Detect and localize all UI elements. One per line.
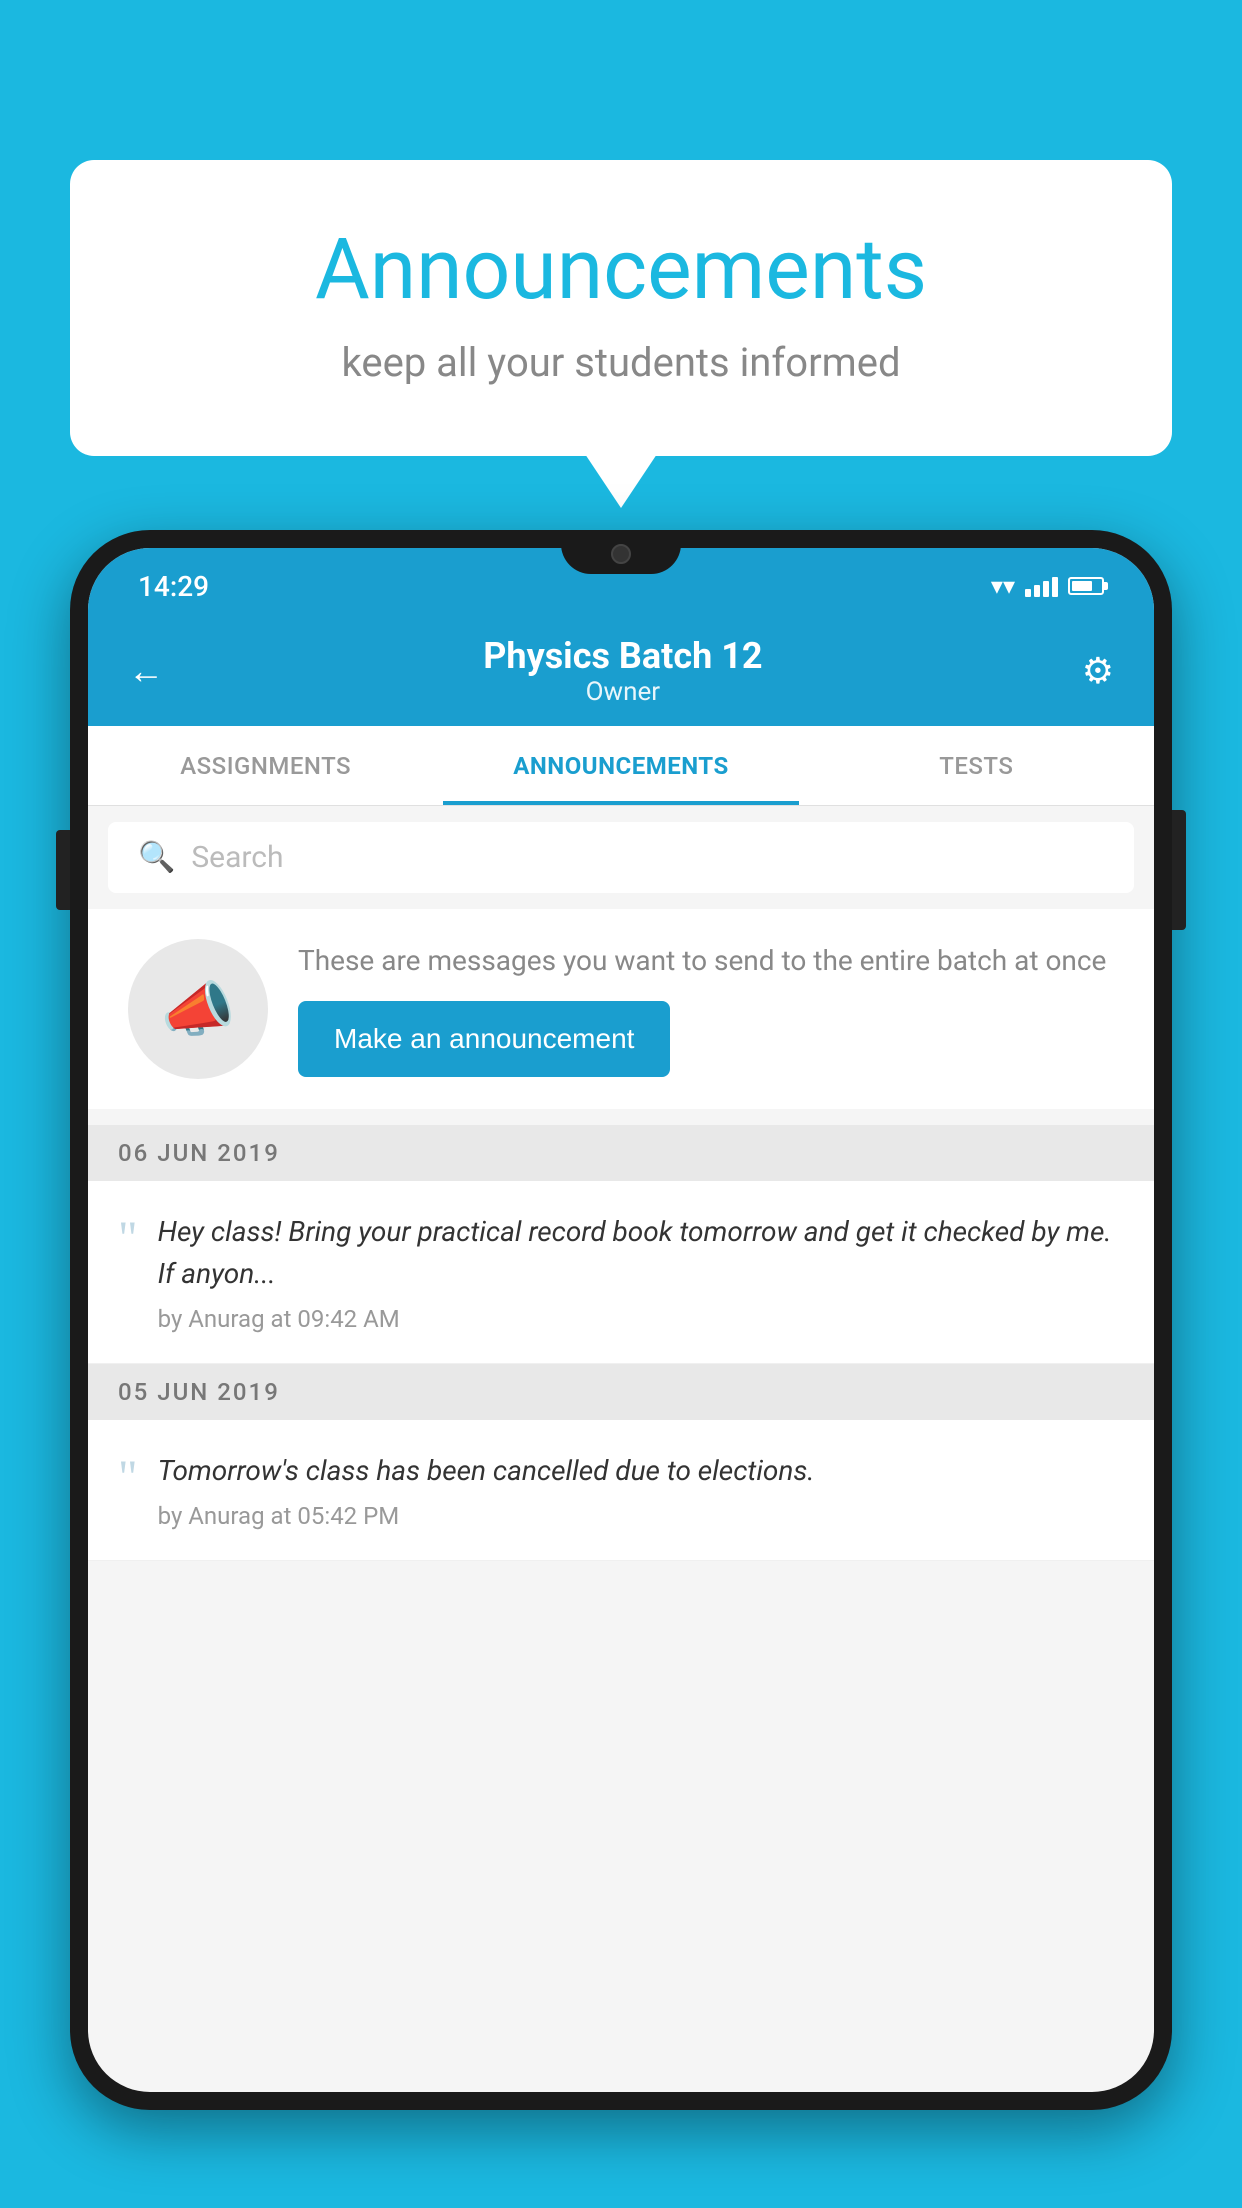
battery-icon	[1068, 577, 1104, 595]
phone-notch	[561, 530, 681, 574]
speech-bubble-subtitle: keep all your students informed	[150, 339, 1092, 386]
date-separator-2: 05 JUN 2019	[88, 1364, 1154, 1420]
announcement-text-2: Tomorrow's class has been cancelled due …	[158, 1450, 1124, 1492]
battery-fill	[1072, 581, 1092, 591]
header-subtitle: Owner	[483, 677, 762, 707]
speech-bubble: Announcements keep all your students inf…	[70, 160, 1172, 456]
megaphone-icon: 📣	[161, 974, 236, 1045]
announcement-text-1: Hey class! Bring your practical record b…	[158, 1211, 1124, 1295]
quote-icon-2: "	[118, 1454, 138, 1502]
signal-bar-4	[1052, 577, 1058, 597]
search-bar[interactable]: 🔍 Search	[108, 822, 1134, 893]
tabs-container: ASSIGNMENTS ANNOUNCEMENTS TESTS	[88, 726, 1154, 806]
status-icons: ▾▾	[991, 572, 1104, 600]
date-separator-1: 06 JUN 2019	[88, 1125, 1154, 1181]
search-placeholder: Search	[191, 840, 283, 875]
promo-description: These are messages you want to send to t…	[298, 941, 1114, 980]
quote-icon-1: "	[118, 1215, 138, 1263]
announcement-meta-1: by Anurag at 09:42 AM	[158, 1305, 1124, 1333]
promo-icon-circle: 📣	[128, 939, 268, 1079]
make-announcement-button[interactable]: Make an announcement	[298, 1001, 670, 1077]
signal-bar-1	[1025, 589, 1031, 597]
wifi-icon: ▾▾	[991, 572, 1015, 600]
header-title: Physics Batch 12	[483, 635, 762, 677]
speech-bubble-container: Announcements keep all your students inf…	[70, 160, 1172, 456]
header-title-group: Physics Batch 12 Owner	[483, 635, 762, 707]
notch-camera	[611, 544, 631, 564]
search-icon: 🔍	[138, 840, 175, 875]
tab-assignments[interactable]: ASSIGNMENTS	[88, 726, 443, 805]
speech-bubble-title: Announcements	[150, 220, 1092, 319]
signal-bars	[1025, 575, 1058, 597]
back-button[interactable]: ←	[128, 650, 164, 692]
promo-content: These are messages you want to send to t…	[298, 941, 1114, 1076]
promo-card: 📣 These are messages you want to send to…	[88, 909, 1154, 1109]
phone-container: 14:29 ▾▾ ← Phy	[70, 530, 1172, 2208]
tab-announcements[interactable]: ANNOUNCEMENTS	[443, 726, 798, 805]
phone-screen: 14:29 ▾▾ ← Phy	[88, 548, 1154, 2092]
announcement-item-1: " Hey class! Bring your practical record…	[88, 1181, 1154, 1364]
phone-outer: 14:29 ▾▾ ← Phy	[70, 530, 1172, 2110]
announcement-item-2: " Tomorrow's class has been cancelled du…	[88, 1420, 1154, 1561]
signal-bar-3	[1043, 581, 1049, 597]
gear-icon[interactable]: ⚙	[1082, 650, 1114, 692]
signal-bar-2	[1034, 585, 1040, 597]
announcement-meta-2: by Anurag at 05:42 PM	[158, 1502, 1124, 1530]
announcement-content-1: Hey class! Bring your practical record b…	[158, 1211, 1124, 1333]
announcement-content-2: Tomorrow's class has been cancelled due …	[158, 1450, 1124, 1530]
app-header: ← Physics Batch 12 Owner ⚙	[88, 616, 1154, 726]
tab-tests[interactable]: TESTS	[799, 726, 1154, 805]
status-time: 14:29	[138, 570, 209, 603]
